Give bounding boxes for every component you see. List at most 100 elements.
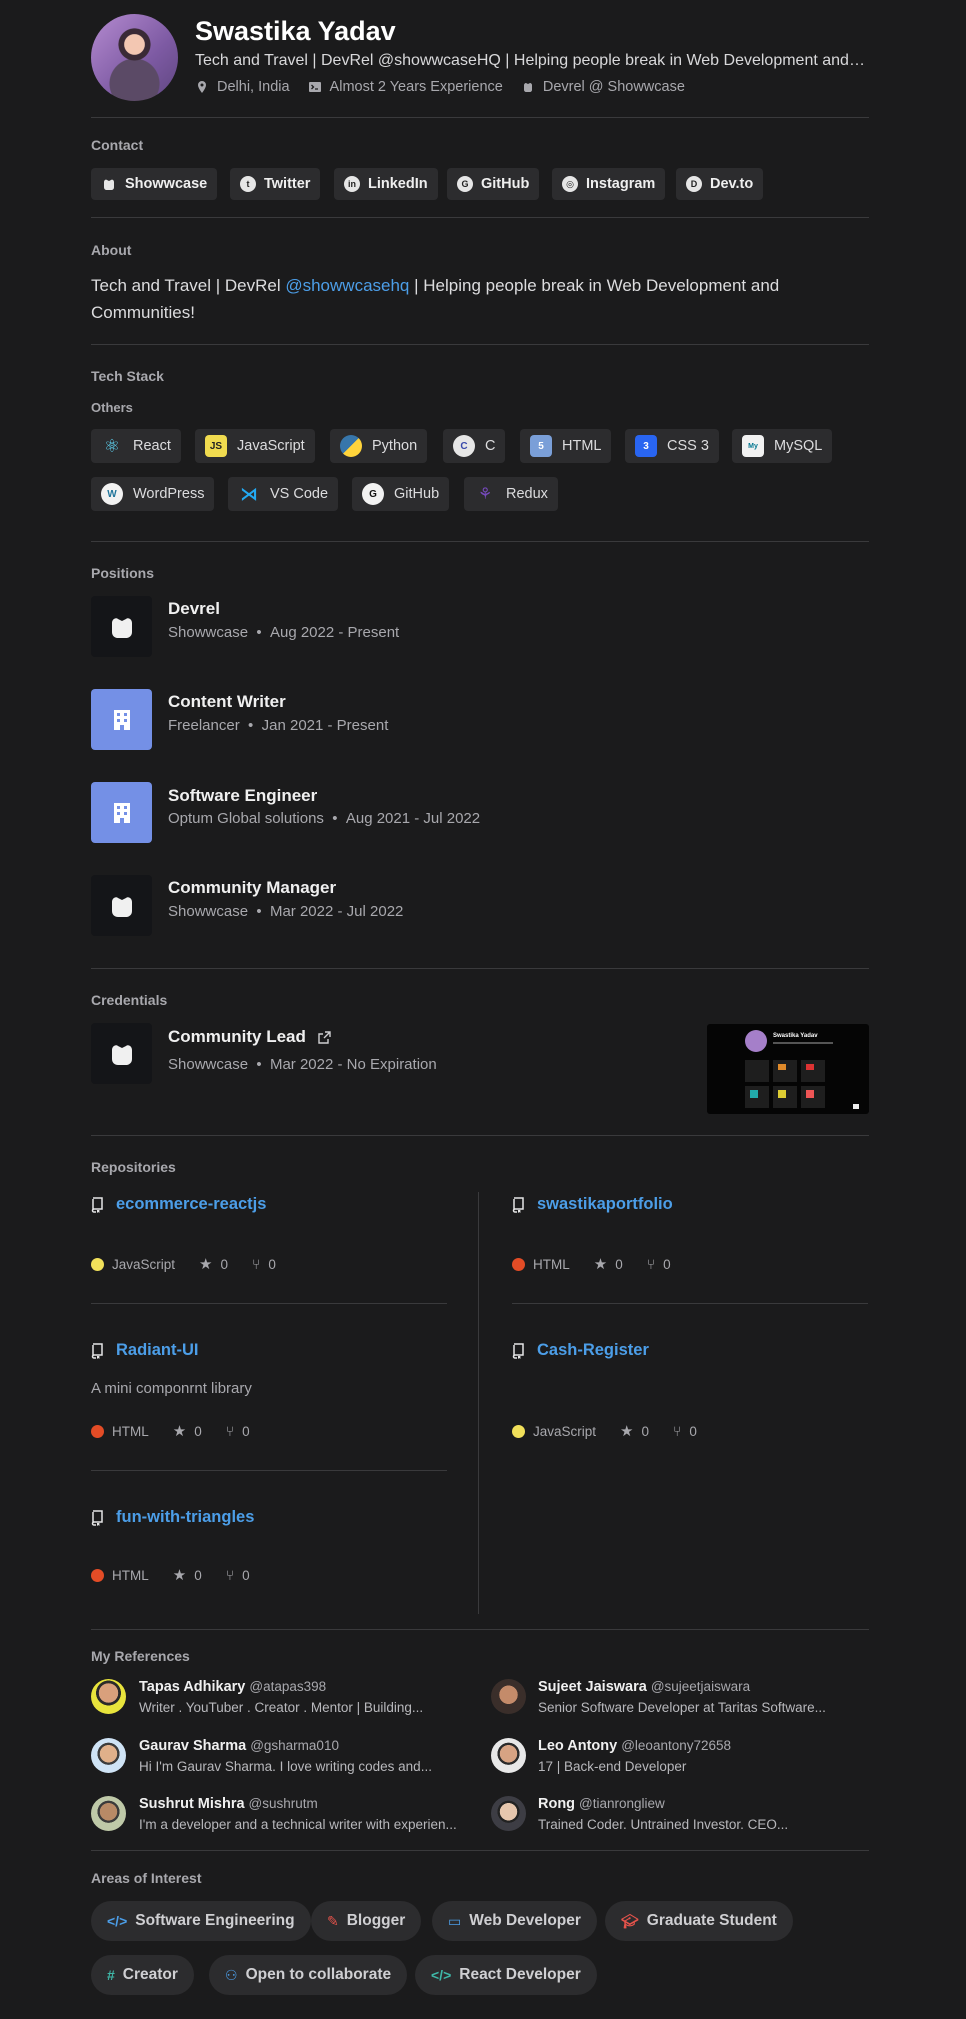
devto-icon: D xyxy=(686,176,702,192)
language-dot xyxy=(91,1257,104,1271)
location-pin-icon xyxy=(198,81,206,93)
css3-icon: 3 xyxy=(635,435,657,457)
reference-bio: I'm a developer and a technical writer w… xyxy=(139,1817,457,1832)
contact-instagram-button[interactable]: ◎ Instagram xyxy=(552,168,666,200)
credential-thumbnail[interactable]: Swastika Yadav xyxy=(707,1024,869,1114)
interest-tag-web-developer[interactable]: ▭ Web Developer xyxy=(432,1901,597,1941)
credentials-title: Credentials xyxy=(91,992,168,1008)
contact-github-button[interactable]: G GitHub xyxy=(447,168,540,200)
profile-tagline: Tech and Travel | DevRel @showwcaseHQ | … xyxy=(195,52,865,69)
fork-icon: ⑂ xyxy=(646,1256,656,1272)
hashtag-icon: # xyxy=(107,1967,115,1983)
repo-link[interactable]: Cash-Register xyxy=(512,1341,649,1360)
interest-tag-graduate-student[interactable]: 🎓︎ Graduate Student xyxy=(605,1901,793,1941)
credential-title[interactable]: Community Lead xyxy=(168,1027,331,1047)
avatar[interactable] xyxy=(491,1796,526,1831)
html-icon: 5 xyxy=(530,435,552,457)
repo-link[interactable]: Radiant-UI xyxy=(91,1341,199,1360)
fork-icon: ⑂ xyxy=(252,1256,261,1272)
repo-link[interactable]: fun-with-triangles xyxy=(91,1508,254,1527)
interest-tag-blogger[interactable]: ✎ Blogger xyxy=(311,1901,422,1941)
fork-icon: ⑂ xyxy=(673,1423,682,1439)
reference-bio: Hi I'm Gaurav Sharma. I love writing cod… xyxy=(139,1759,432,1774)
repo-link[interactable]: ecommerce-reactjs xyxy=(91,1195,266,1214)
star-icon: ★ xyxy=(172,1567,187,1584)
reference-name[interactable]: Gaurav Sharma @gsharma010 xyxy=(139,1738,339,1754)
wordpress-icon: W xyxy=(101,483,123,505)
tech-chip-redux: ⚘ Redux xyxy=(464,477,558,511)
interest-tag-react-developer[interactable]: </> React Developer xyxy=(415,1955,597,1995)
avatar[interactable] xyxy=(491,1679,526,1714)
divider xyxy=(91,1850,869,1851)
tech-chip-python: Python xyxy=(330,429,428,463)
contact-devto-button[interactable]: D Dev.to xyxy=(676,168,764,200)
language-dot xyxy=(512,1257,525,1271)
repo-icon xyxy=(91,1196,103,1213)
position-subtitle: Showwcase • Aug 2022 - Present xyxy=(168,624,400,641)
showwcase-icon xyxy=(523,83,532,92)
fork-icon: ⑂ xyxy=(225,1567,235,1583)
avatar[interactable] xyxy=(91,1679,126,1714)
reference-name[interactable]: Tapas Adhikary @atapas398 xyxy=(139,1679,326,1695)
c-language-icon: C xyxy=(453,435,475,457)
avatar[interactable] xyxy=(491,1738,526,1773)
tech-stack-subtitle: Others xyxy=(91,400,133,415)
contact-showwcase-button[interactable]: Showwcase xyxy=(91,168,218,200)
showwcase-icon xyxy=(111,617,132,638)
language-dot xyxy=(512,1424,525,1438)
divider xyxy=(91,344,869,345)
tech-chip-vscode: ⋊ VS Code xyxy=(228,477,339,511)
position-subtitle: Showwcase • Mar 2022 - Jul 2022 xyxy=(168,903,404,920)
repo-meta: JavaScript ★ 0 ⑂ 0 xyxy=(512,1422,697,1440)
showwcase-icon xyxy=(111,896,132,917)
avatar[interactable] xyxy=(91,1796,126,1831)
tech-chip-mysql: My MySQL xyxy=(732,429,833,463)
star-icon: ★ xyxy=(620,1423,634,1440)
divider xyxy=(91,1470,447,1471)
reference-name[interactable]: Sushrut Mishra @sushrutm xyxy=(139,1796,318,1812)
contact-linkedin-button[interactable]: in LinkedIn xyxy=(334,168,438,200)
position-title: Devrel xyxy=(168,599,220,618)
interest-tag-open-to-collaborate[interactable]: ⚇ Open to collaborate xyxy=(209,1955,408,1995)
about-text: Tech and Travel | DevRel @showwcasehq | … xyxy=(91,276,780,322)
references-title: My References xyxy=(91,1648,190,1664)
divider xyxy=(91,1135,869,1136)
language-dot xyxy=(91,1424,104,1438)
graduation-cap-icon: 🎓︎ xyxy=(621,1912,639,1929)
repo-meta: HTML ★ 0 ⑂ 0 xyxy=(91,1422,250,1440)
divider xyxy=(91,1629,869,1630)
external-link-icon[interactable] xyxy=(318,1030,331,1044)
reference-name[interactable]: Leo Antony @leoantony72658 xyxy=(538,1738,731,1754)
star-icon: ★ xyxy=(593,1256,608,1273)
current-role: Devrel @ Showwcase xyxy=(521,79,685,95)
showwcase-logo xyxy=(91,596,152,657)
repo-description: A mini componrnt library xyxy=(91,1380,252,1397)
interest-tag-creator[interactable]: # Creator xyxy=(91,1955,194,1995)
interests-title: Areas of Interest xyxy=(91,1870,202,1886)
about-mention-link[interactable]: @showwcasehq xyxy=(285,276,409,295)
monitor-icon: ▭ xyxy=(448,1912,462,1929)
tech-chip-c: C C xyxy=(443,429,506,463)
reference-bio: Senior Software Developer at Taritas Sof… xyxy=(538,1700,826,1715)
repo-link[interactable]: swastikaportfolio xyxy=(512,1195,673,1214)
interest-tag-software-engineering[interactable]: </> Software Engineering xyxy=(91,1901,311,1941)
instagram-icon: ◎ xyxy=(562,176,578,192)
divider xyxy=(512,1303,868,1304)
tech-chip-css3: 3 CSS 3 xyxy=(625,429,719,463)
reference-name[interactable]: Sujeet Jaiswara @sujeetjaiswara xyxy=(538,1679,750,1695)
company-building-logo xyxy=(91,689,152,750)
tech-chip-github: G GitHub xyxy=(352,477,450,511)
building-icon xyxy=(113,802,130,823)
tech-stack-title: Tech Stack xyxy=(91,368,164,384)
reference-bio: Writer . YouTuber . Creator . Mentor | B… xyxy=(139,1700,424,1715)
reference-name[interactable]: Rong @tianrongliew xyxy=(538,1796,665,1812)
showwcase-logo xyxy=(91,1023,152,1084)
reference-bio: 17 | Back-end Developer xyxy=(538,1759,687,1774)
javascript-icon: JS xyxy=(205,435,227,457)
avatar[interactable] xyxy=(91,1738,126,1773)
divider xyxy=(91,541,869,542)
showwcase-icon xyxy=(111,1044,132,1065)
contact-twitter-button[interactable]: t Twitter xyxy=(230,168,321,200)
repo-column-divider xyxy=(478,1192,479,1614)
people-icon: ⚇ xyxy=(225,1966,238,1983)
